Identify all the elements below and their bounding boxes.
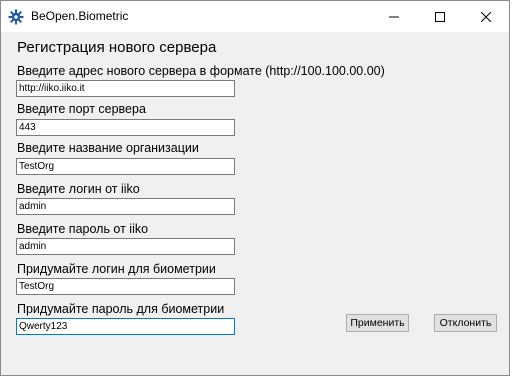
biometric-password-input[interactable] <box>16 318 235 335</box>
window-title: BeOpen.Biometric <box>31 9 129 23</box>
server-port-label: Введите порт сервера <box>17 102 146 116</box>
app-gear-icon <box>8 9 24 25</box>
iiko-login-label: Введите логин от iiko <box>17 182 140 196</box>
biometric-login-label: Придумайте логин для биометрии <box>17 262 216 276</box>
close-icon <box>481 11 491 22</box>
biometric-password-label: Придумайте пароль для биометрии <box>17 302 225 316</box>
form-heading: Регистрация нового сервера <box>17 39 217 56</box>
minimize-button[interactable] <box>371 1 417 32</box>
maximize-button[interactable] <box>417 1 463 32</box>
organization-name-label: Введите название организации <box>17 141 199 155</box>
title-bar[interactable]: BeOpen.Biometric <box>1 1 509 32</box>
server-port-input[interactable] <box>16 119 235 136</box>
biometric-login-input[interactable] <box>16 278 235 295</box>
maximize-icon <box>435 11 445 22</box>
apply-button[interactable]: Применить <box>346 314 409 332</box>
close-button[interactable] <box>463 1 509 32</box>
server-address-label: Введите адрес нового сервера в формате (… <box>17 64 385 78</box>
iiko-password-label: Введите пароль от iiko <box>17 222 149 236</box>
reject-button[interactable]: Отклонить <box>434 314 497 332</box>
minimize-icon <box>389 16 399 17</box>
organization-name-input[interactable] <box>16 158 235 175</box>
iiko-password-input[interactable] <box>16 238 235 255</box>
app-window: BeOpen.Biometric Регистрация нового серв… <box>0 0 510 376</box>
dialog-content: Регистрация нового сервера Введите адрес… <box>1 32 509 377</box>
server-address-input[interactable] <box>16 80 235 97</box>
iiko-login-input[interactable] <box>16 198 235 215</box>
